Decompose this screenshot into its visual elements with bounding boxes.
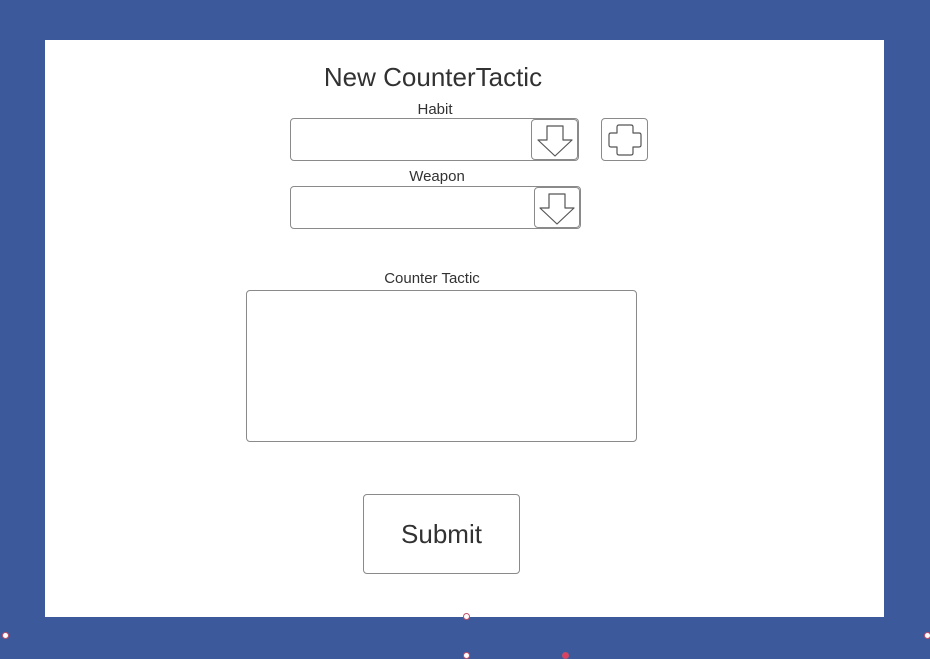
weapon-label: Weapon [409, 168, 465, 185]
arrow-down-icon [539, 192, 575, 225]
selection-handle[interactable] [924, 632, 930, 639]
selection-handle[interactable] [2, 632, 9, 639]
habit-label: Habit [417, 101, 453, 118]
habit-dropdown-button[interactable] [531, 119, 578, 160]
selection-handle[interactable] [463, 613, 470, 620]
submit-button[interactable]: Submit [363, 494, 520, 574]
counter-tactic-label: Counter Tactic [384, 270, 480, 287]
page-title: New CounterTactic [323, 62, 543, 92]
counter-tactic-textarea[interactable] [246, 290, 637, 442]
arrow-down-icon [536, 124, 573, 157]
weapon-dropdown[interactable] [290, 186, 581, 229]
add-habit-button[interactable] [601, 118, 648, 161]
selection-handle[interactable] [562, 652, 569, 659]
habit-dropdown[interactable] [290, 118, 579, 161]
plus-icon [607, 123, 642, 156]
selection-handle[interactable] [463, 652, 470, 659]
weapon-dropdown-button[interactable] [534, 187, 580, 228]
